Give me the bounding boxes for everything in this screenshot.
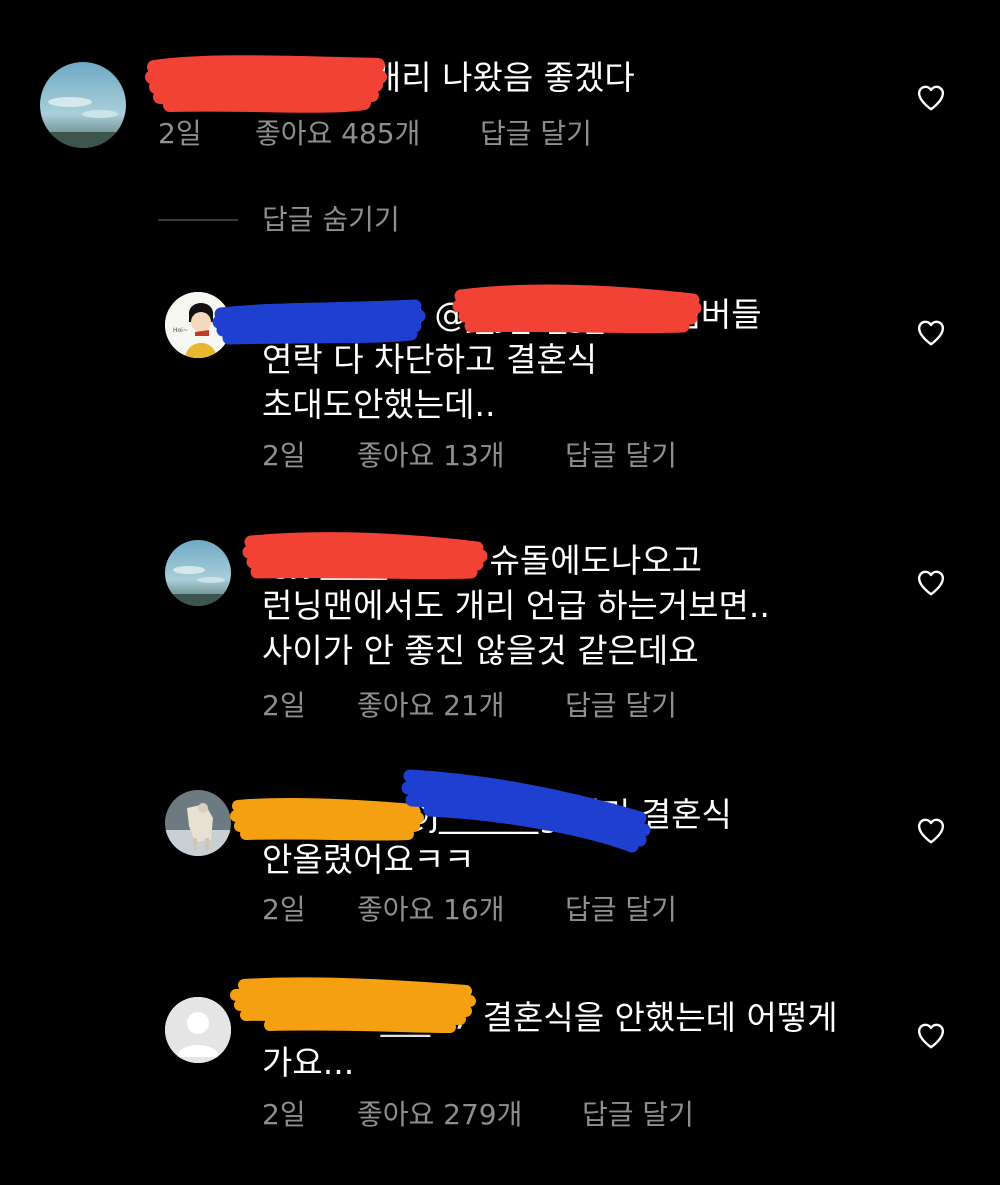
comment-time: 2일 xyxy=(262,439,306,472)
avatar[interactable] xyxy=(165,540,231,606)
reply-button[interactable]: 답글 달기 xyxy=(565,688,677,724)
comment-text: lgjy____9 지금 슈돌에도나오고 런닝맨에서도 개리 언급 하는거보면.… xyxy=(262,538,770,673)
comment-text: p______ng @j_y_e_g_ex? 멤버들 연락 다 차단하고 결혼식… xyxy=(262,292,762,427)
hide-replies-button[interactable]: 답글 숨기기 xyxy=(262,200,400,240)
avatar[interactable] xyxy=(165,790,231,856)
comment-text: newbie___07 결혼식을 안했는데 어떻게 가요... xyxy=(262,995,838,1085)
reply-item: lgjy____9 지금 슈돌에도나오고 런닝맨에서도 개리 언급 하는거보면.… xyxy=(0,520,1000,740)
comment-body-line: 초대도안했는데.. xyxy=(262,385,496,424)
comment-body: @j______g 개리 결혼식 xyxy=(397,795,732,834)
heart-outline-icon[interactable] xyxy=(916,318,946,348)
comment-likes[interactable]: 좋아요 279개 xyxy=(357,1097,522,1133)
comment-body-line: 가요... xyxy=(262,1043,355,1082)
comment-username[interactable]: lgjy____9 xyxy=(262,538,408,583)
comment-meta: 2일 좋아요 279개 답글 달기 xyxy=(262,1097,862,1133)
comment-time: 2일 xyxy=(262,1098,306,1131)
comment-meta: 2일 좋아요 485개 답글 달기 xyxy=(158,116,758,152)
svg-text:Hoi~: Hoi~ xyxy=(173,327,188,334)
reply-item: newbie___07 결혼식을 안했는데 어떻게 가요... 2일 좋아요 2… xyxy=(0,975,1000,1175)
heart-outline-icon[interactable] xyxy=(916,83,946,113)
comment-username[interactable]: _____01 xyxy=(262,792,387,837)
comment-meta: 2일 좋아요 21개 답글 달기 xyxy=(262,688,862,724)
comment-meta: 2일 좋아요 13개 답글 달기 xyxy=(262,438,862,474)
comment-body-line: 안올렸어요ㅋㅋ xyxy=(262,840,475,879)
comment-likes[interactable]: 좋아요 21개 xyxy=(357,688,505,724)
comment-username[interactable]: newbie___07 xyxy=(262,995,472,1040)
comment-likes[interactable]: 좋아요 16개 xyxy=(357,892,505,928)
reply-button[interactable]: 답글 달기 xyxy=(582,1097,694,1133)
comment-text: _____01 @j______g 개리 결혼식 안올렸어요ㅋㅋ xyxy=(262,792,732,882)
comment-username[interactable]: lgjy xyxy=(158,55,217,100)
avatar[interactable] xyxy=(40,62,126,148)
comment-likes[interactable]: 좋아요 13개 xyxy=(357,438,505,474)
comment-body: 결혼식을 안했는데 어떻게 xyxy=(482,998,838,1037)
comment-body: 10주년때 개리 나왔음 좋겠다 xyxy=(227,58,635,97)
avatar[interactable]: Hoi~ xyxy=(165,292,231,358)
heart-outline-icon[interactable] xyxy=(916,816,946,846)
reply-button[interactable]: 답글 달기 xyxy=(565,438,677,474)
comment-likes[interactable]: 좋아요 485개 xyxy=(255,116,420,152)
comment-body: @j_y_e_g_ex? 멤버들 xyxy=(434,295,762,334)
comment-username[interactable]: p______ng xyxy=(262,292,424,337)
comment-meta: 2일 좋아요 16개 답글 달기 xyxy=(262,892,862,928)
heart-outline-icon[interactable] xyxy=(916,1021,946,1051)
reply-item: Hoi~ p______ng @j_y_e_g_ex? 멤버들 연락 다 차단하… xyxy=(0,270,1000,490)
heart-outline-icon[interactable] xyxy=(916,568,946,598)
comment-body-line: 사이가 안 좋진 않을것 같은데요 xyxy=(262,631,699,670)
default-user-icon[interactable] xyxy=(165,997,231,1063)
comment-body-line: 런닝맨에서도 개리 언급 하는거보면.. xyxy=(262,586,770,625)
reply-button[interactable]: 답글 달기 xyxy=(480,116,592,152)
comment-body: 지금 슈돌에도나오고 xyxy=(418,541,703,580)
comment-time: 2일 xyxy=(262,893,306,926)
reply-item: _____01 @j______g 개리 결혼식 안올렸어요ㅋㅋ 2일 좋아요 … xyxy=(0,769,1000,950)
comment-body-line: 연락 다 차단하고 결혼식 xyxy=(262,340,598,379)
comment-item: lgjy 10주년때 개리 나왔음 좋겠다 2일 좋아요 485개 답글 달기 xyxy=(0,0,1000,180)
comment-time: 2일 xyxy=(262,689,306,722)
reply-button[interactable]: 답글 달기 xyxy=(565,892,677,928)
divider-line xyxy=(158,219,238,221)
hide-replies-row: 답글 숨기기 xyxy=(158,200,558,240)
comment-time: 2일 xyxy=(158,117,202,150)
comment-text: lgjy 10주년때 개리 나왔음 좋겠다 xyxy=(158,55,635,100)
